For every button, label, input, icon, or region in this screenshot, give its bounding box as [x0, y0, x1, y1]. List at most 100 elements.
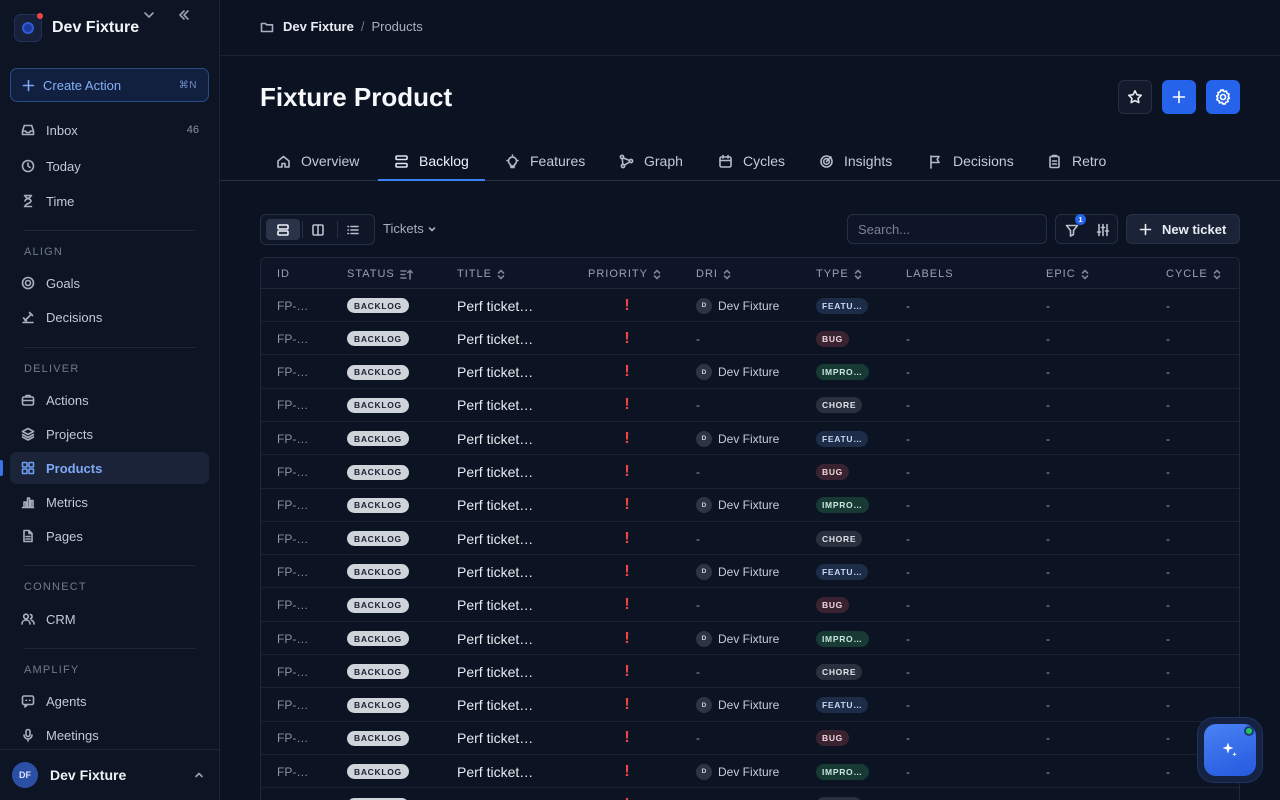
ticket-title[interactable]: Perf ticket…: [457, 722, 533, 755]
priority-urgent-icon[interactable]: !: [621, 555, 633, 588]
column-header-cycle[interactable]: CYCLE: [1166, 268, 1221, 280]
column-header-title[interactable]: TITLE: [457, 268, 505, 280]
ticket-title[interactable]: Perf ticket…: [457, 755, 533, 788]
epic-cell[interactable]: -: [1046, 655, 1050, 688]
epic-cell[interactable]: -: [1046, 722, 1050, 755]
ticket-id[interactable]: FP-…: [277, 422, 308, 455]
status-cell[interactable]: BACKLOG: [347, 489, 409, 522]
epic-cell[interactable]: -: [1046, 522, 1050, 555]
status-cell[interactable]: BACKLOG: [347, 322, 409, 355]
table-row[interactable]: FP-… BACKLOG Perf ticket…! - BUG - - -: [261, 456, 1239, 489]
ticket-title[interactable]: Perf ticket…: [457, 456, 533, 489]
sidebar-item-inbox[interactable]: Inbox 46: [10, 114, 209, 146]
type-cell[interactable]: FEATU…: [816, 289, 869, 322]
sidebar-item-goals[interactable]: Goals: [10, 267, 209, 299]
table-row[interactable]: FP-… BACKLOG Perf ticket…! - CHORE - - -: [261, 789, 1239, 800]
table-row[interactable]: FP-… BACKLOG Perf ticket…! D Dev Fixture IMPR…: [261, 489, 1239, 522]
column-header-epic[interactable]: EPIC: [1046, 268, 1089, 280]
table-row[interactable]: FP-… BACKLOG Perf ticket…! D Dev Fixture IMPR…: [261, 622, 1239, 655]
epic-cell[interactable]: -: [1046, 422, 1050, 455]
table-row[interactable]: FP-… BACKLOG Perf ticket…! D Dev Fixture FEAT…: [261, 289, 1239, 322]
table-row[interactable]: FP-… BACKLOG Perf ticket…! D Dev Fixture FEAT…: [261, 689, 1239, 722]
cycle-cell[interactable]: -: [1166, 356, 1170, 389]
column-header-priority[interactable]: PRIORITY: [588, 268, 661, 280]
ticket-title[interactable]: Perf ticket…: [457, 789, 533, 800]
ticket-title[interactable]: Perf ticket…: [457, 422, 533, 455]
ticket-id[interactable]: FP-…: [277, 356, 308, 389]
tab-graph[interactable]: Graph: [603, 142, 699, 180]
sidebar-item-time[interactable]: Time: [10, 185, 209, 217]
ticket-title[interactable]: Perf ticket…: [457, 589, 533, 622]
type-cell[interactable]: IMPRO…: [816, 356, 869, 389]
cycle-cell[interactable]: -: [1166, 589, 1170, 622]
epic-cell[interactable]: -: [1046, 356, 1050, 389]
ticket-title[interactable]: Perf ticket…: [457, 555, 533, 588]
cycle-cell[interactable]: -: [1166, 489, 1170, 522]
ai-assistant-button[interactable]: [1198, 718, 1262, 782]
labels-cell[interactable]: -: [906, 755, 910, 788]
priority-urgent-icon[interactable]: !: [621, 622, 633, 655]
ticket-id[interactable]: FP-…: [277, 322, 308, 355]
table-row[interactable]: FP-… BACKLOG Perf ticket…! - BUG - - -: [261, 322, 1239, 356]
tab-features[interactable]: Features: [489, 142, 601, 180]
ticket-id[interactable]: FP-…: [277, 589, 308, 622]
status-cell[interactable]: BACKLOG: [347, 722, 409, 755]
cycle-cell[interactable]: -: [1166, 422, 1170, 455]
table-row[interactable]: FP-… BACKLOG Perf ticket…! D Dev Fixture FEAT…: [261, 555, 1239, 589]
priority-urgent-icon[interactable]: !: [621, 722, 633, 755]
labels-cell[interactable]: -: [906, 356, 910, 389]
priority-urgent-icon[interactable]: !: [621, 789, 633, 800]
tickets-dropdown[interactable]: Tickets: [383, 221, 437, 236]
breadcrumb-root[interactable]: Dev Fixture: [283, 19, 354, 34]
priority-urgent-icon[interactable]: !: [621, 422, 633, 455]
priority-urgent-icon[interactable]: !: [621, 689, 633, 722]
priority-urgent-icon[interactable]: !: [621, 456, 633, 489]
labels-cell[interactable]: -: [906, 389, 910, 422]
favorite-button[interactable]: [1118, 80, 1152, 114]
sidebar-item-pages[interactable]: Pages: [10, 520, 209, 552]
labels-cell[interactable]: -: [906, 789, 910, 800]
type-cell[interactable]: FEATU…: [816, 422, 869, 455]
sidebar-item-crm[interactable]: CRM: [10, 603, 209, 635]
status-cell[interactable]: BACKLOG: [347, 589, 409, 622]
ticket-id[interactable]: FP-…: [277, 456, 308, 489]
table-row[interactable]: FP-… BACKLOG Perf ticket…! - CHORE - - -: [261, 522, 1239, 556]
tab-overview[interactable]: Overview: [260, 142, 375, 180]
display-options-button[interactable]: [1087, 215, 1118, 244]
tab-decisions[interactable]: Decisions: [912, 142, 1030, 180]
cycle-cell[interactable]: -: [1166, 322, 1170, 355]
status-cell[interactable]: BACKLOG: [347, 356, 409, 389]
chevron-down-icon[interactable]: [141, 7, 157, 23]
epic-cell[interactable]: -: [1046, 589, 1050, 622]
cycle-cell[interactable]: -: [1166, 789, 1170, 800]
tab-backlog[interactable]: Backlog: [378, 142, 485, 181]
sidebar-item-actions[interactable]: Actions: [10, 384, 209, 416]
status-cell[interactable]: BACKLOG: [347, 389, 409, 422]
priority-urgent-icon[interactable]: !: [621, 755, 633, 788]
epic-cell[interactable]: -: [1046, 289, 1050, 322]
epic-cell[interactable]: -: [1046, 555, 1050, 588]
view-board-button[interactable]: [301, 219, 335, 240]
type-cell[interactable]: BUG: [816, 322, 849, 355]
column-header-id[interactable]: ID: [277, 268, 290, 280]
cycle-cell[interactable]: -: [1166, 755, 1170, 788]
labels-cell[interactable]: -: [906, 322, 910, 355]
type-cell[interactable]: FEATU…: [816, 689, 869, 722]
ticket-id[interactable]: FP-…: [277, 655, 308, 688]
labels-cell[interactable]: -: [906, 655, 910, 688]
ticket-id[interactable]: FP-…: [277, 722, 308, 755]
type-cell[interactable]: FEATU…: [816, 555, 869, 588]
status-cell[interactable]: BACKLOG: [347, 456, 409, 489]
search-input[interactable]: [847, 214, 1047, 244]
type-cell[interactable]: CHORE: [816, 655, 863, 688]
labels-cell[interactable]: -: [906, 489, 910, 522]
type-cell[interactable]: CHORE: [816, 389, 863, 422]
type-cell[interactable]: IMPRO…: [816, 489, 869, 522]
sidebar-item-agents[interactable]: Agents: [10, 685, 209, 717]
ticket-id[interactable]: FP-…: [277, 689, 308, 722]
add-button[interactable]: [1162, 80, 1196, 114]
status-cell[interactable]: BACKLOG: [347, 622, 409, 655]
ticket-id[interactable]: FP-…: [277, 555, 308, 588]
priority-urgent-icon[interactable]: !: [621, 289, 633, 322]
settings-button[interactable]: [1206, 80, 1240, 114]
